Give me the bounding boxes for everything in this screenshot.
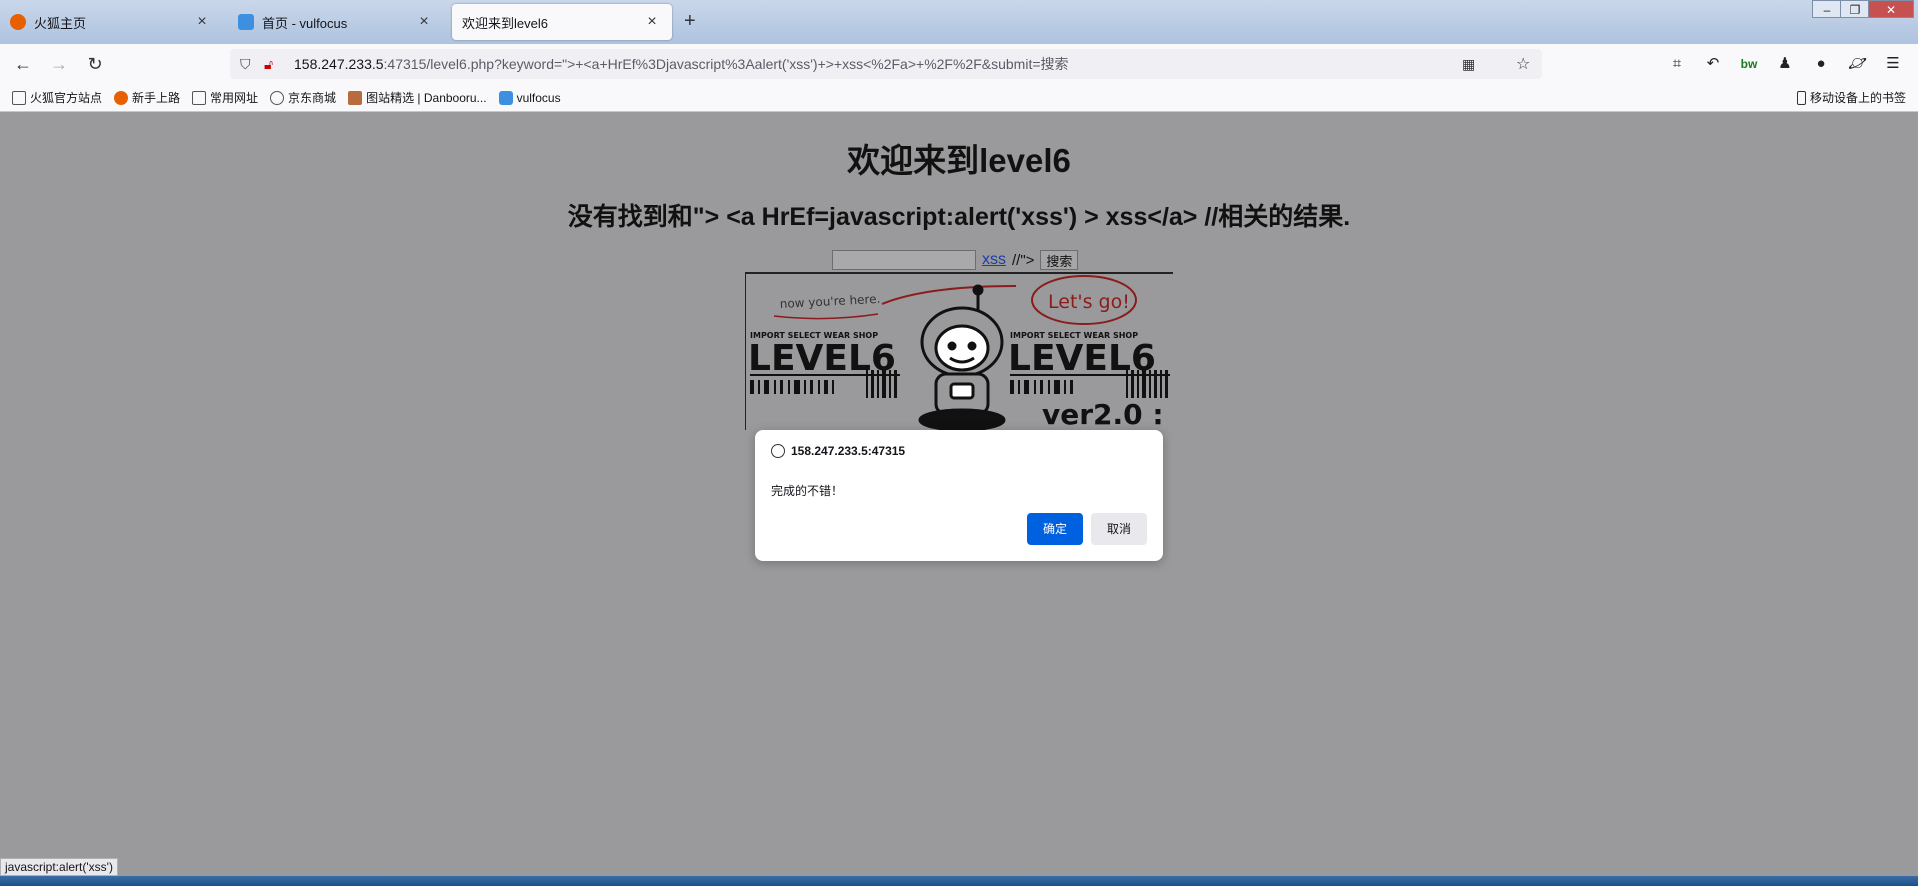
search-result-text: 没有找到和"> <a HrEf=javascript:alert('xss') … <box>567 203 1351 231</box>
minimize-button[interactable]: – <box>1812 0 1842 18</box>
search-button[interactable]: 搜索 <box>1040 250 1079 270</box>
url-host: 158.247.233.5 <box>294 56 384 72</box>
tab-firefox-home[interactable]: 火狐主页 × <box>0 4 222 40</box>
globe-icon <box>771 444 785 458</box>
dialog-origin: 158.247.233.5:47315 <box>771 444 905 458</box>
back-icon[interactable]: ← <box>12 53 34 75</box>
mobile-icon <box>1796 90 1806 105</box>
globe-icon <box>270 90 285 105</box>
bookmark-label: vulfocus <box>516 90 561 105</box>
os-taskbar <box>0 876 1918 886</box>
bookmark-label: 图站精选 | Danbooru... <box>366 91 487 105</box>
restore-button[interactable]: ❐ <box>1840 0 1870 18</box>
crop-icon[interactable]: ⌗ <box>1668 55 1686 73</box>
close-icon[interactable]: × <box>192 13 212 31</box>
tab-title: 欢迎来到level6 <box>462 15 548 31</box>
url-bar[interactable]: ⛉ 🔓︎ 158.247.233.5:47315/level6.php?keyw… <box>230 49 1542 79</box>
saturn-icon[interactable]: 🪐︎ <box>1848 55 1867 73</box>
firefox-icon <box>114 90 129 105</box>
status-bar: javascript:alert('xss') <box>0 858 118 876</box>
mobile-bookmarks[interactable]: 移动设备上的书签 <box>1796 89 1906 106</box>
bookmark-danbooru[interactable]: 图站精选 | Danbooru... <box>348 89 487 106</box>
search-form: xss //"> 搜索 <box>832 250 1079 270</box>
tab-strip: 火狐主页 × 首页 - vulfocus × 欢迎来到level6 × + – … <box>0 0 1918 44</box>
vulfocus-icon <box>498 90 513 105</box>
reload-icon[interactable]: ↻ <box>84 53 106 75</box>
page-heading: 欢迎来到level6 <box>847 142 1071 179</box>
qr-code-icon[interactable]: ▦ <box>1462 56 1475 73</box>
injected-trailing-text: //"> <box>1012 251 1035 269</box>
undo-icon[interactable]: ↶ <box>1704 55 1722 73</box>
close-icon[interactable]: × <box>642 13 662 31</box>
firefox-icon <box>10 14 26 30</box>
close-icon[interactable]: × <box>414 13 434 31</box>
new-tab-button[interactable]: + <box>684 10 696 33</box>
dialog-origin-text: 158.247.233.5:47315 <box>791 444 906 458</box>
banner-version: ver2.0 : <box>1042 398 1164 431</box>
url-path: :47315/level6.php?keyword=">+<a+HrEf%3Dj… <box>383 56 1069 72</box>
shield-icon <box>238 14 254 30</box>
bookmark-star-icon[interactable]: ☆ <box>1516 54 1530 74</box>
alert-dialog: 158.247.233.5:47315 完成的不错！ 确定 取消 <box>755 430 1163 561</box>
circle-icon[interactable]: ● <box>1812 55 1830 73</box>
ok-button[interactable]: 确定 <box>1027 513 1083 545</box>
banner-note-left: now you're here. <box>779 292 880 311</box>
url-text[interactable]: 158.247.233.5:47315/level6.php?keyword="… <box>294 54 1069 74</box>
level6-banner-image: now you're here. Let's go! IMPORT SELECT… <box>745 272 1173 432</box>
bookmark-vulfocus[interactable]: vulfocus <box>498 90 561 105</box>
injected-xss-link[interactable]: xss <box>982 251 1006 269</box>
tab-title: 首页 - vulfocus <box>262 15 348 31</box>
bookmark-label: 京东商城 <box>288 91 337 105</box>
bookmark-label: 移动设备上的书签 <box>1809 91 1906 105</box>
shield-icon[interactable]: ⛉ <box>240 56 258 73</box>
bookmark-jd[interactable]: 京东商城 <box>270 89 336 106</box>
cancel-button[interactable]: 取消 <box>1091 513 1147 545</box>
folder-icon <box>192 90 207 105</box>
keyword-input[interactable] <box>832 250 976 270</box>
bookmark-label: 火狐官方站点 <box>30 91 103 105</box>
folder-icon <box>12 90 26 105</box>
tab-vulfocus[interactable]: 首页 - vulfocus × <box>228 4 444 40</box>
bookmark-firefox-site[interactable]: 火狐官方站点 <box>12 89 102 106</box>
bookmark-label: 新手上路 <box>132 91 181 105</box>
tab-title: 火狐主页 <box>34 15 87 31</box>
bookmark-getting-started[interactable]: 新手上路 <box>114 89 180 106</box>
bookmarks-toolbar: 火狐官方站点 新手上路 常用网址 京东商城 图站精选 | Danbooru...… <box>0 84 1918 112</box>
bookmark-label: 常用网址 <box>210 91 259 105</box>
dialog-message: 完成的不错！ <box>771 484 844 498</box>
close-window-button[interactable]: ✕ <box>1868 0 1914 18</box>
bookmark-common-sites[interactable]: 常用网址 <box>192 89 258 106</box>
forward-icon[interactable]: → <box>48 53 70 75</box>
banner-note-right: Let's go! <box>1048 291 1130 313</box>
extension-bw-icon[interactable]: bw <box>1740 55 1758 73</box>
menu-icon[interactable]: ☰ <box>1884 55 1902 73</box>
insecure-lock-icon[interactable]: 🔓︎ <box>264 56 282 73</box>
danbooru-icon <box>348 90 363 105</box>
tab-level6[interactable]: 欢迎来到level6 × <box>452 4 672 40</box>
incognito-icon[interactable]: ♟ <box>1776 55 1794 73</box>
navigation-bar: ← → ↻ ⛉ 🔓︎ 158.247.233.5:47315/level6.ph… <box>0 44 1918 84</box>
